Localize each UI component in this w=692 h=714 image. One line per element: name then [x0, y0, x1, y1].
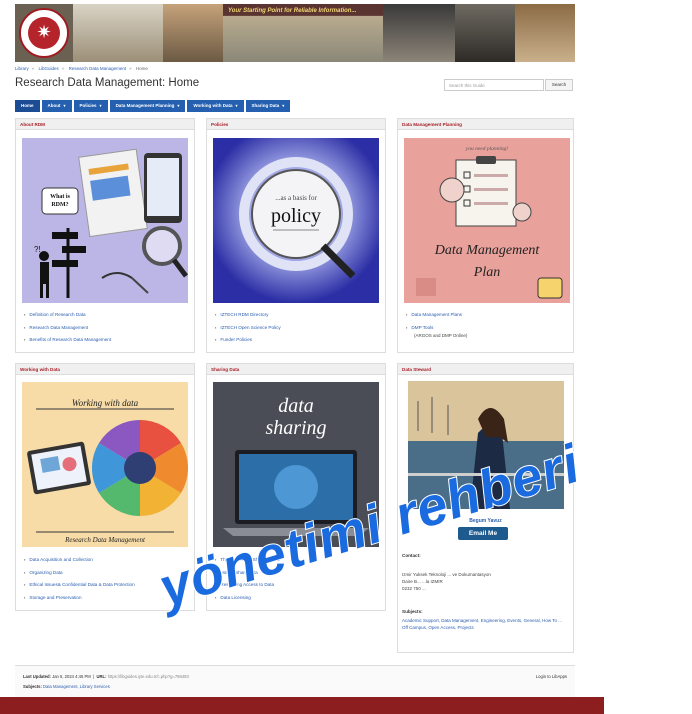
- svg-text:?!: ?!: [34, 245, 41, 254]
- chevron-down-icon: ▾: [63, 103, 66, 108]
- svg-text:RDM?: RDM?: [51, 202, 68, 208]
- link-definition-research-data[interactable]: Definition of Research Data: [24, 309, 111, 322]
- svg-text:What is: What is: [50, 194, 71, 200]
- working-image-title: Working with data: [72, 398, 139, 408]
- working-links: Data Acquisition and Collection Organizi…: [24, 554, 135, 605]
- tab-policies[interactable]: Policies ▾: [73, 100, 108, 112]
- footer-subject-links[interactable]: Data Management, Library Services: [43, 684, 110, 689]
- tab-data-management-planning[interactable]: Data Management Planning ▾: [109, 100, 186, 112]
- login-libapps-link[interactable]: Login to LibApps: [536, 674, 567, 679]
- link-storage-preservation[interactable]: Storage and Preservation: [24, 592, 135, 605]
- last-updated: Jan 5, 2024 4:45 PM: [52, 674, 91, 679]
- breadcrumb-libguides[interactable]: LibGuides: [39, 66, 59, 71]
- breadcrumb-current: Home: [135, 66, 148, 71]
- chevron-down-icon: ▾: [99, 103, 102, 108]
- banner-tagline: Your Starting Point for Reliable Informa…: [228, 8, 357, 14]
- panel-title: Policies: [207, 119, 385, 130]
- panel-title: Data Management Planning: [398, 119, 573, 130]
- dmp-image-caption: you need planning!: [465, 146, 509, 152]
- breadcrumb-guide[interactable]: Research Data Management: [69, 66, 127, 71]
- about-links: Definition of Research Data Research Dat…: [24, 309, 111, 347]
- link-iztech-rdm-directory[interactable]: IZTECH RDM Directory: [215, 309, 281, 322]
- contact-label: Contact:: [402, 553, 421, 558]
- panel-title: Working with Data: [16, 364, 194, 375]
- link-benefits-rdm[interactable]: Benefits of Research Data Management: [24, 334, 111, 347]
- about-rdm-image[interactable]: What is RDM? ?!: [22, 138, 188, 303]
- footer-red-bar: [0, 697, 604, 714]
- tab-sharing-data[interactable]: Sharing Data ▾: [245, 100, 291, 112]
- header-banner: ✷ Your Starting Point for Reliable Infor…: [15, 4, 575, 62]
- link-data-management-plans[interactable]: Data Management Plans: [406, 309, 462, 322]
- dmp-image[interactable]: you need planning! Data Management Plan: [404, 138, 570, 303]
- panel-title: Data Steward: [398, 364, 573, 375]
- search-button[interactable]: Search: [545, 79, 573, 91]
- working-image-subtitle: Research Data Management: [64, 536, 146, 544]
- svg-text:Data Management: Data Management: [434, 243, 541, 258]
- link-ethical-issues[interactable]: Ethical Issues& Confidential Data & Data…: [24, 579, 134, 592]
- svg-text:data: data: [278, 395, 314, 417]
- chevron-down-icon: ▾: [235, 103, 238, 108]
- tab-about[interactable]: About ▾: [41, 100, 72, 112]
- policies-image[interactable]: ...as a basis for policy: [213, 138, 379, 303]
- link-organizing-data[interactable]: Organizing Data: [24, 567, 135, 580]
- guide-url[interactable]: https://libguides.iyte.edu.tr/c.php?g=78…: [108, 674, 189, 679]
- link-iztech-open-science-policy[interactable]: IZTECH Open Science Policy: [215, 322, 280, 335]
- svg-text:Plan: Plan: [473, 265, 500, 280]
- page-title: Research Data Management: Home: [15, 77, 200, 89]
- contact-phone: 0232 750 ...: [402, 586, 426, 591]
- subjects-label: Subjects:: [402, 609, 423, 614]
- dmp-links: Data Management Plans DMP Tools: [406, 309, 462, 334]
- contact-address-1: Izmir Yuksek Teknoloji ... ve Dokumantas…: [402, 572, 491, 577]
- panel-about-rdm: About RDM What is RDM? ?! ▪ Definition o…: [15, 118, 195, 353]
- panel-title: Sharing Data: [207, 364, 385, 375]
- tab-working-with-data[interactable]: Working with Data ▾: [187, 100, 244, 112]
- page-footer: Last Updated: Jan 5, 2024 4:45 PM | URL:…: [15, 665, 575, 697]
- panel-policies: Policies ...as a basis for policy IZTECH…: [206, 118, 386, 353]
- breadcrumb-library[interactable]: Library: [15, 66, 29, 71]
- policies-links: IZTECH RDM Directory IZTECH Open Science…: [215, 309, 281, 347]
- link-research-data-management[interactable]: Research Data Management: [24, 322, 111, 335]
- tab-home[interactable]: Home: [15, 100, 40, 112]
- working-with-data-image[interactable]: Working with data Research Data Manageme…: [22, 382, 188, 547]
- svg-text:...as a basis for: ...as a basis for: [275, 194, 317, 202]
- chevron-down-icon: ▾: [282, 103, 285, 108]
- dmp-tools-note: (ARGOS and DMP Online): [414, 333, 468, 338]
- search-input[interactable]: Search this Guide: [444, 79, 544, 91]
- guide-nav: Home About ▾ Policies ▾ Data Management Pl…: [15, 100, 291, 112]
- university-seal-icon: ✷: [28, 17, 60, 49]
- steward-subjects[interactable]: Academic Support, Data Management, Engin…: [402, 618, 566, 631]
- link-funder-policies[interactable]: Funder Policies: [215, 334, 281, 347]
- policy-image-word: policy: [271, 205, 321, 227]
- panel-data-management-planning: Data Management Planning you need planni…: [397, 118, 574, 353]
- chevron-down-icon: ▾: [177, 103, 180, 108]
- footer-meta: Last Updated: Jan 5, 2024 4:45 PM | URL:…: [23, 674, 189, 679]
- breadcrumb: Library» LibGuides» Research Data Manage…: [15, 66, 148, 71]
- contact-address-2: Daire B... ...la IZMIR: [402, 579, 443, 584]
- university-logo[interactable]: ✷: [19, 8, 69, 58]
- svg-text:sharing: sharing: [265, 417, 326, 439]
- link-data-acquisition[interactable]: Data Acquisition and Collection: [24, 554, 135, 567]
- panel-title: About RDM: [16, 119, 194, 130]
- footer-subjects: Subjects: Data Management, Library Servi…: [23, 684, 110, 689]
